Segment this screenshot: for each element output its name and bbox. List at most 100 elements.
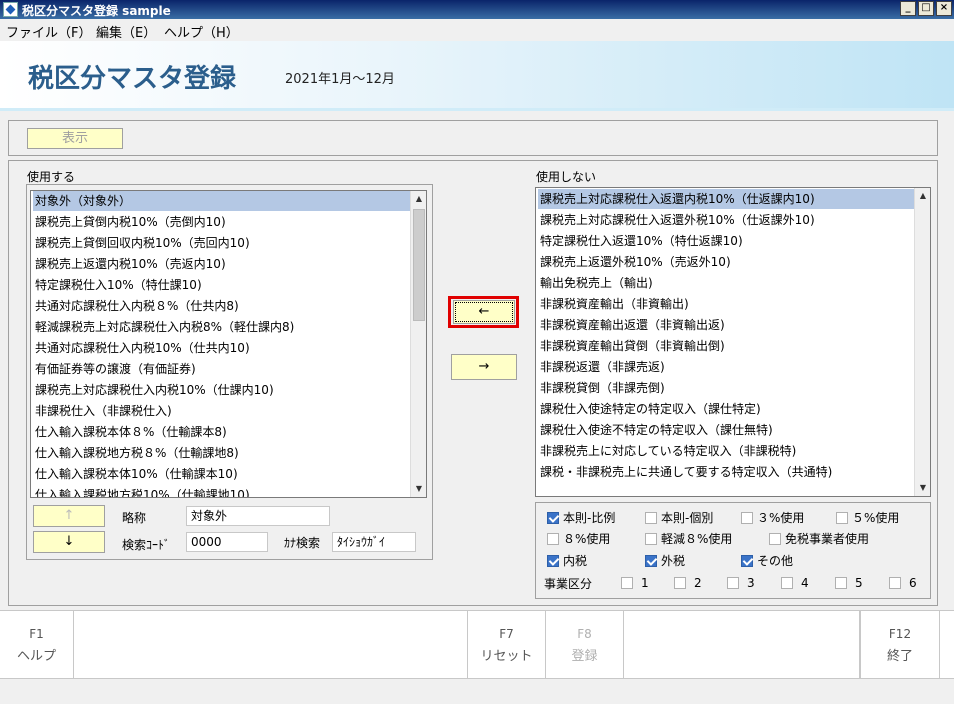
scroll-up-icon[interactable]: ▲: [411, 191, 426, 207]
status-bar: [0, 680, 954, 704]
inclusive-tax-checkbox[interactable]: 内税: [547, 552, 587, 569]
exempt-business-checkbox[interactable]: 免税事業者使用: [769, 530, 869, 547]
search-code-label: 検索ｺｰﾄﾞ: [122, 538, 171, 552]
checkbox-icon: [741, 511, 753, 524]
kana-search-label: ｶﾅ検索: [284, 536, 321, 550]
list-item[interactable]: 特定課税仕入10%（特仕課10): [33, 275, 202, 295]
business-4-checkbox[interactable]: 4: [781, 576, 809, 590]
list-item[interactable]: 仕入輸入課税地方税８%（仕輸課地8): [33, 443, 239, 463]
used-list-scrollbar[interactable]: ▲ ▼: [410, 191, 426, 497]
list-item[interactable]: 非課税売上に対応している特定収入（非課税特): [538, 441, 796, 461]
scroll-down-icon[interactable]: ▼: [411, 481, 426, 497]
f1-help-button[interactable]: F1 ヘルプ: [0, 611, 74, 678]
list-item[interactable]: 軽減課税売上対応課税仕入内税8%（軽仕課内8): [33, 317, 294, 337]
title-bar: 税区分マスタ登録 sample _ □ ×: [0, 0, 954, 19]
menu-bar: ファイル（F） 編集（E） ヘルプ（H）: [0, 19, 954, 41]
fkey-blank: [74, 611, 468, 678]
list-item[interactable]: 非課税資産輸出返還（非資輸出返): [538, 315, 725, 335]
list-item[interactable]: 課税売上対応課税仕入内税10%（仕課内10): [33, 380, 274, 400]
list-item[interactable]: 特定課税仕入返還10%（特仕返課10): [538, 231, 743, 251]
rate3-checkbox[interactable]: ３%使用: [741, 509, 804, 526]
maximize-button[interactable]: □: [918, 1, 934, 16]
scroll-thumb[interactable]: [413, 209, 425, 321]
app-icon: [3, 2, 18, 17]
menu-help[interactable]: ヘルプ（H）: [164, 22, 239, 41]
page-title: 税区分マスタ登録: [28, 64, 237, 94]
period-label: 2021年1月～12月: [285, 72, 395, 87]
f7-reset-button[interactable]: F7 リセット: [468, 611, 546, 678]
business-6-checkbox[interactable]: 6: [889, 576, 917, 590]
menu-file[interactable]: ファイル（F）: [6, 22, 91, 41]
list-item[interactable]: 課税売上返還外税10%（売返外10): [538, 252, 731, 272]
unused-list-scrollbar[interactable]: ▲ ▼: [914, 188, 930, 496]
list-item[interactable]: 非課税返還（非課売返): [538, 357, 665, 377]
checkbox-icon: [741, 554, 753, 567]
business-category-label: 事業区分: [544, 577, 593, 591]
f8-register-button[interactable]: F8 登録: [546, 611, 624, 678]
menu-edit[interactable]: 編集（E）: [96, 22, 156, 41]
list-item[interactable]: 課税売上貸倒回収内税10%（売回内10): [33, 233, 250, 253]
list-item[interactable]: 非課税貸倒（非課売倒): [538, 378, 665, 398]
checkbox-icon: [727, 577, 739, 589]
checkbox-icon: [645, 532, 657, 545]
unused-label: 使用しない: [536, 170, 597, 184]
list-item[interactable]: 課税売上貸倒内税10%（売倒内10): [33, 212, 226, 232]
abbr-label: 略称: [122, 511, 147, 525]
fkey-blank: [624, 611, 860, 678]
rate8-checkbox[interactable]: ８%使用: [547, 530, 610, 547]
list-item[interactable]: 輸出免税売上（輸出): [538, 273, 653, 293]
move-right-button[interactable]: →: [451, 354, 517, 380]
unused-list[interactable]: 課税売上対応課税仕入返還内税10%（仕返課内10) 課税売上対応課税仕入返還外税…: [535, 187, 931, 497]
used-label: 使用する: [27, 170, 76, 184]
business-5-checkbox[interactable]: 5: [835, 576, 863, 590]
list-item[interactable]: 仕入輸入課税本体８%（仕輸課本8): [33, 422, 227, 442]
business-2-checkbox[interactable]: 2: [674, 576, 702, 590]
checkbox-icon: [547, 511, 559, 524]
minimize-button[interactable]: _: [900, 1, 916, 16]
list-item[interactable]: 非課税仕入（非課税仕入): [33, 401, 172, 421]
exclusive-tax-checkbox[interactable]: 外税: [645, 552, 685, 569]
used-list[interactable]: 対象外（対象外） 課税売上貸倒内税10%（売倒内10) 課税売上貸倒回収内税10…: [30, 190, 427, 498]
rate5-checkbox[interactable]: ５%使用: [836, 509, 899, 526]
list-item[interactable]: 非課税資産輸出貸倒（非資輸出倒): [538, 336, 725, 356]
list-item[interactable]: 課税・非課税売上に共通して要する特定収入（共通特): [538, 462, 832, 482]
list-item[interactable]: 仕入輸入課税本体10%（仕輸課本10): [33, 464, 238, 484]
list-item[interactable]: 非課税資産輸出（非資輸出): [538, 294, 689, 314]
scroll-up-icon[interactable]: ▲: [915, 188, 930, 204]
list-item[interactable]: 課税売上対応課税仕入返還外税10%（仕返課外10): [538, 210, 815, 230]
checkbox-icon: [645, 554, 657, 567]
search-code-input[interactable]: 0000: [186, 532, 268, 552]
checkbox-icon: [781, 577, 793, 589]
close-button[interactable]: ×: [936, 1, 952, 16]
list-item[interactable]: 仕入輸入課税地方税10%（仕輸課地10): [33, 485, 250, 497]
move-left-button[interactable]: ←: [453, 300, 515, 324]
move-down-button[interactable]: ↓: [33, 531, 105, 553]
checkbox-icon: [835, 577, 847, 589]
kana-search-input[interactable]: ﾀｲｼｮｳｶﾞｲ: [332, 532, 416, 552]
toolbar-panel: 表示: [8, 120, 938, 156]
list-item[interactable]: 共通対応課税仕入内税８%（仕共内8): [33, 296, 239, 316]
checkbox-icon: [621, 577, 633, 589]
checkbox-icon: [547, 532, 559, 545]
list-item[interactable]: 課税売上返還内税10%（売返内10): [33, 254, 226, 274]
f12-exit-button[interactable]: F12 終了: [860, 611, 940, 678]
checkbox-icon: [674, 577, 686, 589]
honsoku-hirei-checkbox[interactable]: 本則-比例: [547, 509, 615, 526]
other-checkbox[interactable]: その他: [741, 552, 793, 569]
business-1-checkbox[interactable]: 1: [621, 576, 649, 590]
abbr-input[interactable]: 対象外: [186, 506, 330, 526]
list-item[interactable]: 課税仕入使途特定の特定収入（課仕特定): [538, 399, 761, 419]
list-item[interactable]: 課税売上対応課税仕入返還内税10%（仕返課内10): [538, 189, 916, 209]
scroll-down-icon[interactable]: ▼: [915, 480, 930, 496]
list-item[interactable]: 課税仕入使途不特定の特定収入（課仕無特): [538, 420, 773, 440]
reduced8-checkbox[interactable]: 軽減８%使用: [645, 530, 732, 547]
list-item[interactable]: 対象外（対象外）: [33, 191, 412, 211]
show-button[interactable]: 表示: [27, 128, 123, 149]
honsoku-kobetsu-checkbox[interactable]: 本則-個別: [645, 509, 713, 526]
business-3-checkbox[interactable]: 3: [727, 576, 755, 590]
list-item[interactable]: 有価証券等の譲渡（有価証券): [33, 359, 196, 379]
move-up-button[interactable]: ↑: [33, 505, 105, 527]
header-banner: 税区分マスタ登録 2021年1月～12月: [0, 41, 954, 111]
window-title: 税区分マスタ登録 sample: [22, 4, 171, 18]
list-item[interactable]: 共通対応課税仕入内税10%（仕共内10): [33, 338, 250, 358]
